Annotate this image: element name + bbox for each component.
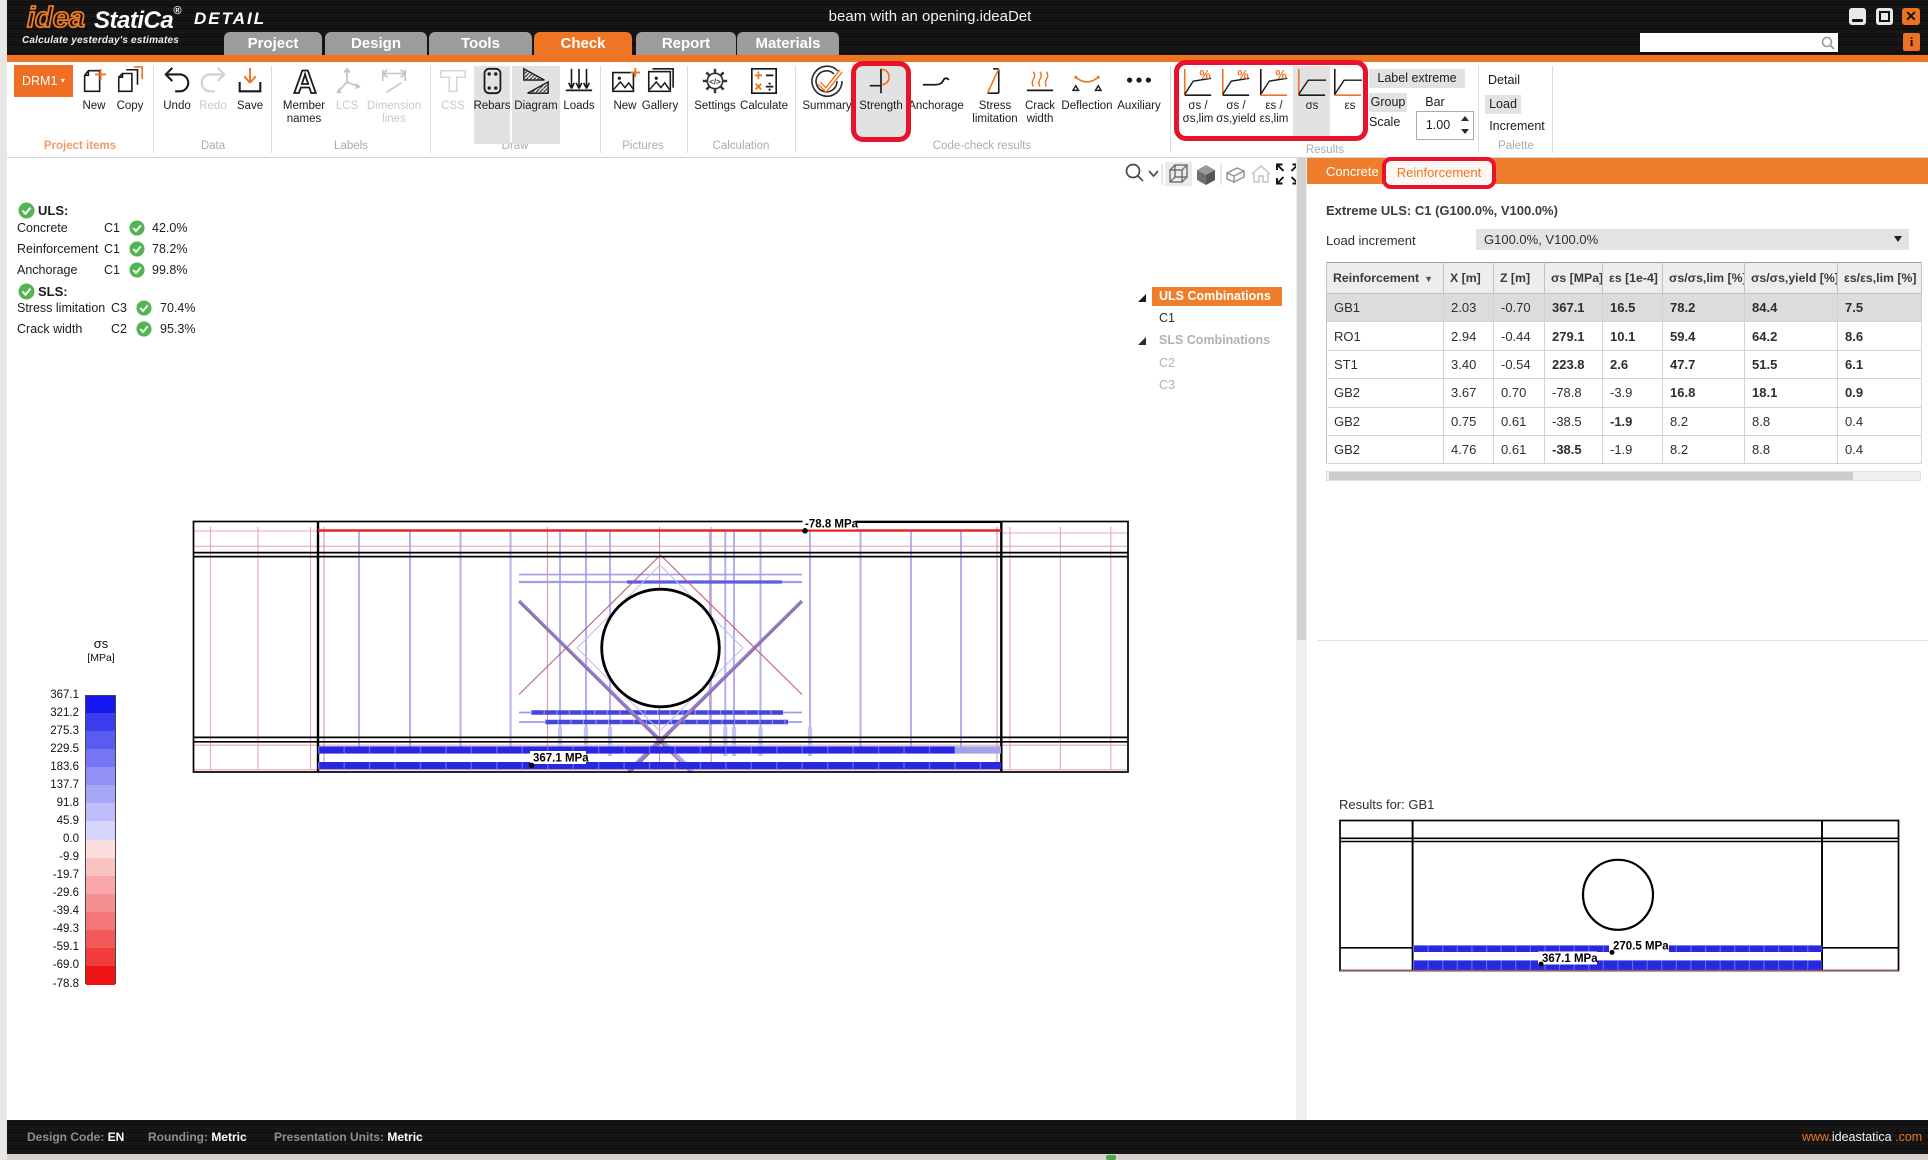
svg-text:-78.8 MPa: -78.8 MPa xyxy=(805,519,859,531)
svg-text:367.1 MPa: 367.1 MPa xyxy=(1542,953,1598,965)
svg-text:270.5 MPa: 270.5 MPa xyxy=(1613,941,1669,953)
svg-text:A: A xyxy=(293,66,316,98)
svg-text:367.1 MPa: 367.1 MPa xyxy=(533,753,589,765)
svg-text:</>: </> xyxy=(709,77,721,86)
